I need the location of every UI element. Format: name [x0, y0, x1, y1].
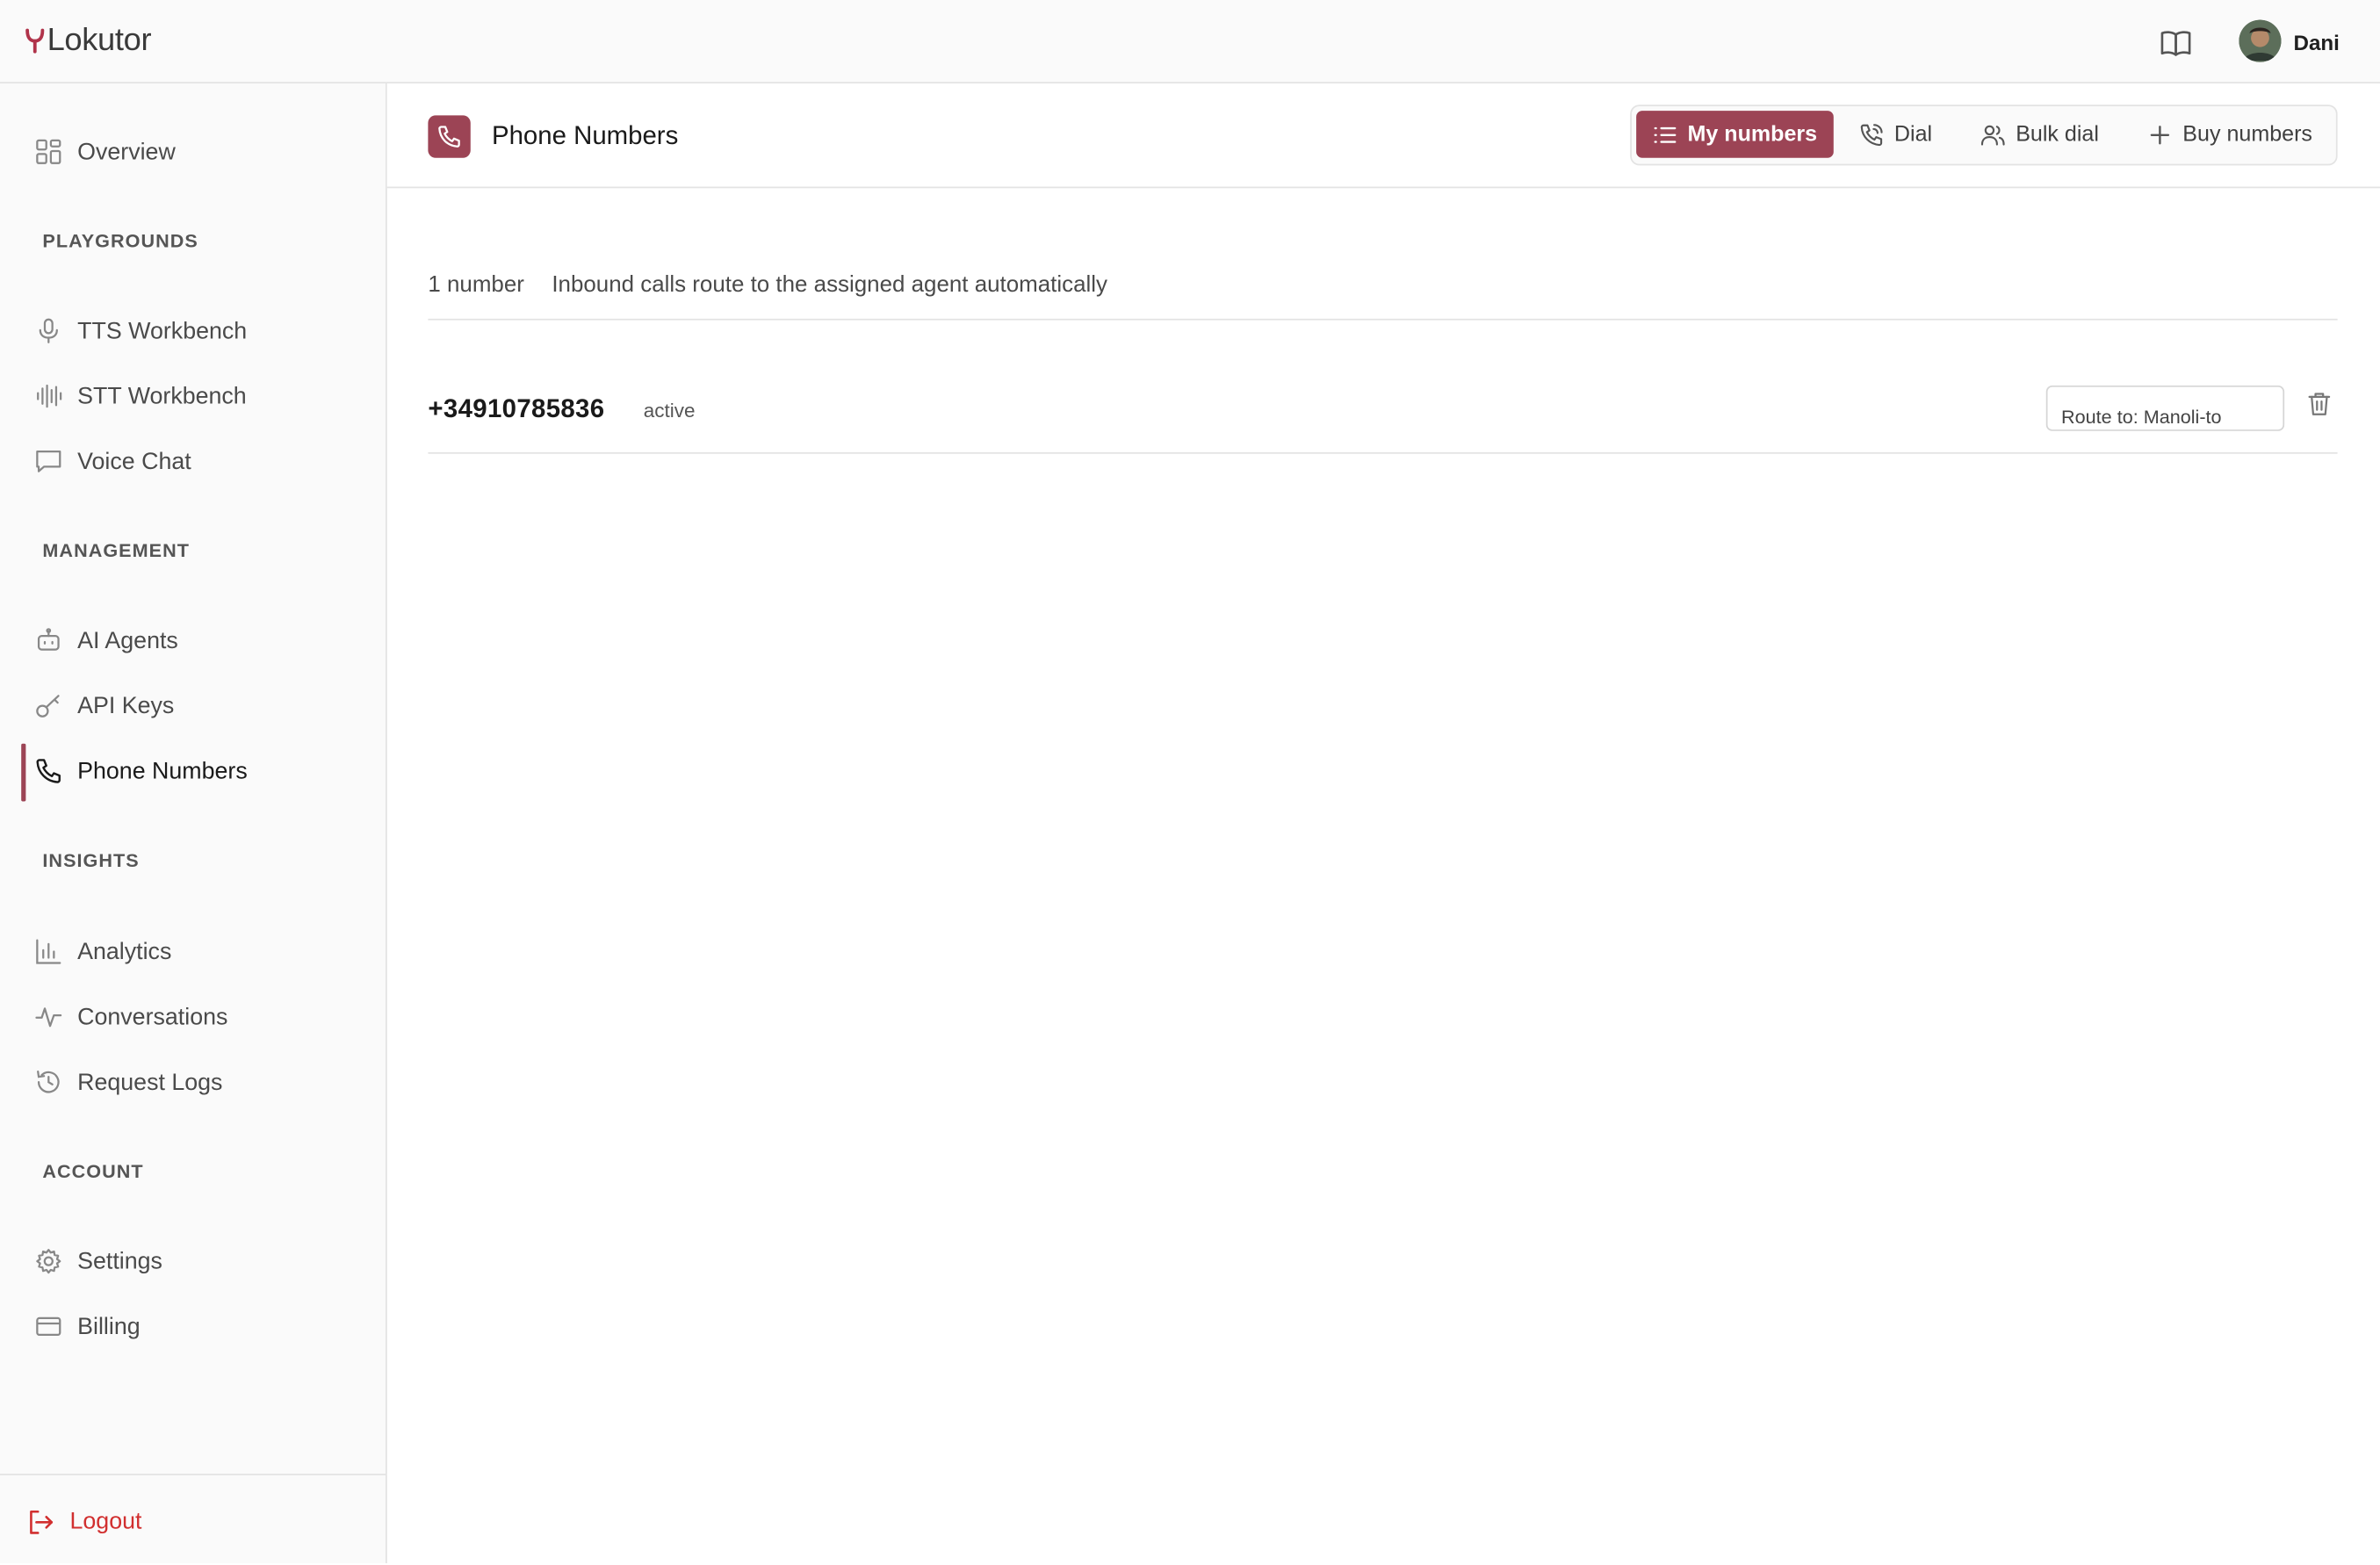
credit-card-icon — [36, 1316, 61, 1337]
numbers-summary: 1 number Inbound calls route to the assi… — [428, 271, 1107, 297]
book-open-icon — [2160, 30, 2190, 55]
status-badge: active — [643, 399, 696, 422]
phone-outgoing-icon — [1860, 123, 1883, 146]
phone-icon — [36, 759, 61, 783]
divider — [428, 318, 2338, 321]
user-photo-icon — [2239, 19, 2282, 62]
tab-bulk-dial[interactable]: Bulk dial — [1980, 111, 2132, 158]
logout-icon — [30, 1510, 54, 1534]
app-logo[interactable]: Lokutor — [25, 21, 152, 61]
sidebar-item-label: Analytics — [77, 939, 172, 966]
key-icon — [36, 695, 60, 718]
active-indicator — [21, 743, 26, 802]
phone-number: +34910785836 — [428, 394, 605, 424]
tab-label: My numbers — [1687, 122, 1818, 147]
grid-icon — [36, 139, 61, 164]
tab-my-numbers[interactable]: My numbers — [1636, 111, 1834, 158]
sidebar-item-label: TTS Workbench — [77, 318, 248, 345]
table-row: +34910785836 active Route to: Manoli-to — [428, 371, 2337, 452]
sidebar-item-request-logs[interactable]: Request Logs — [0, 1058, 386, 1107]
page-header: Phone Numbers My numbers Dial Bulk dial … — [386, 83, 2380, 189]
sidebar-item-label: Settings — [77, 1249, 162, 1275]
bar-chart-icon — [36, 939, 61, 964]
tab-label: Dial — [1893, 122, 1933, 147]
summary-description: Inbound calls route to the assigned agen… — [552, 271, 1108, 298]
sidebar-item-voice-chat[interactable]: Voice Chat — [0, 437, 386, 486]
logout-button[interactable]: Logout — [27, 1505, 141, 1539]
list-icon — [1654, 126, 1677, 142]
sidebar-footer: Logout — [0, 1474, 386, 1565]
tab-buy-numbers[interactable]: Buy numbers — [2148, 111, 2330, 158]
trash-icon[interactable] — [2305, 390, 2333, 417]
section-title-management: MANAGEMENT — [42, 540, 190, 562]
robot-icon — [37, 628, 60, 651]
sidebar-item-tts-workbench[interactable]: TTS Workbench — [0, 307, 386, 355]
user-name[interactable]: Dani — [2293, 31, 2339, 55]
tab-bar: My numbers Dial Bulk dial Buy numbers — [1630, 105, 2338, 166]
sidebar-item-overview[interactable]: Overview — [0, 127, 386, 176]
page-title: Phone Numbers — [491, 121, 679, 151]
logout-label: Logout — [69, 1508, 142, 1535]
plus-icon — [2150, 125, 2170, 144]
sidebar-item-label: Voice Chat — [77, 449, 191, 475]
sidebar-item-settings[interactable]: Settings — [0, 1237, 386, 1285]
sidebar-item-ai-agents[interactable]: AI Agents — [0, 617, 386, 665]
activity-icon — [35, 1007, 62, 1028]
sidebar-item-billing[interactable]: Billing — [0, 1302, 386, 1351]
app-window: Lokutor Dani Overview PLAYGROUNDS TTS Wo… — [0, 0, 2380, 1565]
sidebar-item-api-keys[interactable]: API Keys — [0, 682, 386, 730]
route-agent-select[interactable]: Route to: Manoli-to — [2045, 385, 2285, 431]
tab-label: Bulk dial — [2016, 122, 2099, 147]
gear-icon — [36, 1249, 61, 1274]
sidebar-item-label: AI Agents — [77, 628, 178, 654]
sidebar-item-stt-workbench[interactable]: STT Workbench — [0, 371, 386, 420]
tab-dial[interactable]: Dial — [1859, 111, 1965, 158]
section-title-playgrounds: PLAYGROUNDS — [42, 230, 198, 252]
sidebar: Overview PLAYGROUNDS TTS Workbench STT W… — [0, 83, 387, 1565]
number-count: 1 number — [428, 271, 524, 298]
divider — [428, 451, 2338, 454]
sidebar-item-label: Request Logs — [77, 1070, 223, 1096]
sidebar-item-label: STT Workbench — [77, 384, 247, 410]
tab-label: Buy numbers — [2182, 122, 2312, 147]
audio-waveform-icon — [37, 384, 62, 408]
sidebar-item-conversations[interactable]: Conversations — [0, 992, 386, 1041]
phone-icon — [438, 126, 460, 148]
route-agent-value: Route to: Manoli-to — [2061, 407, 2222, 429]
microphone-icon — [39, 318, 58, 343]
sidebar-item-label: Overview — [77, 139, 176, 166]
sidebar-item-label: API Keys — [77, 693, 175, 720]
section-title-insights: INSIGHTS — [42, 849, 140, 871]
sidebar-item-analytics[interactable]: Analytics — [0, 927, 386, 976]
page-icon — [428, 115, 471, 158]
sidebar-item-phone-numbers[interactable]: Phone Numbers — [0, 743, 386, 802]
avatar[interactable] — [2239, 19, 2282, 62]
logo-mark-icon — [25, 28, 45, 54]
chat-bubble-icon — [36, 451, 61, 472]
docs-button[interactable] — [2155, 23, 2195, 62]
history-icon — [37, 1070, 60, 1093]
users-icon — [1980, 124, 2005, 145]
app-name: Lokutor — [47, 22, 152, 58]
sidebar-item-label: Billing — [77, 1314, 141, 1340]
top-bar: Lokutor Dani — [0, 0, 2380, 84]
sidebar-item-label: Conversations — [77, 1005, 228, 1031]
section-title-account: ACCOUNT — [42, 1161, 144, 1183]
sidebar-item-label: Phone Numbers — [77, 759, 248, 785]
